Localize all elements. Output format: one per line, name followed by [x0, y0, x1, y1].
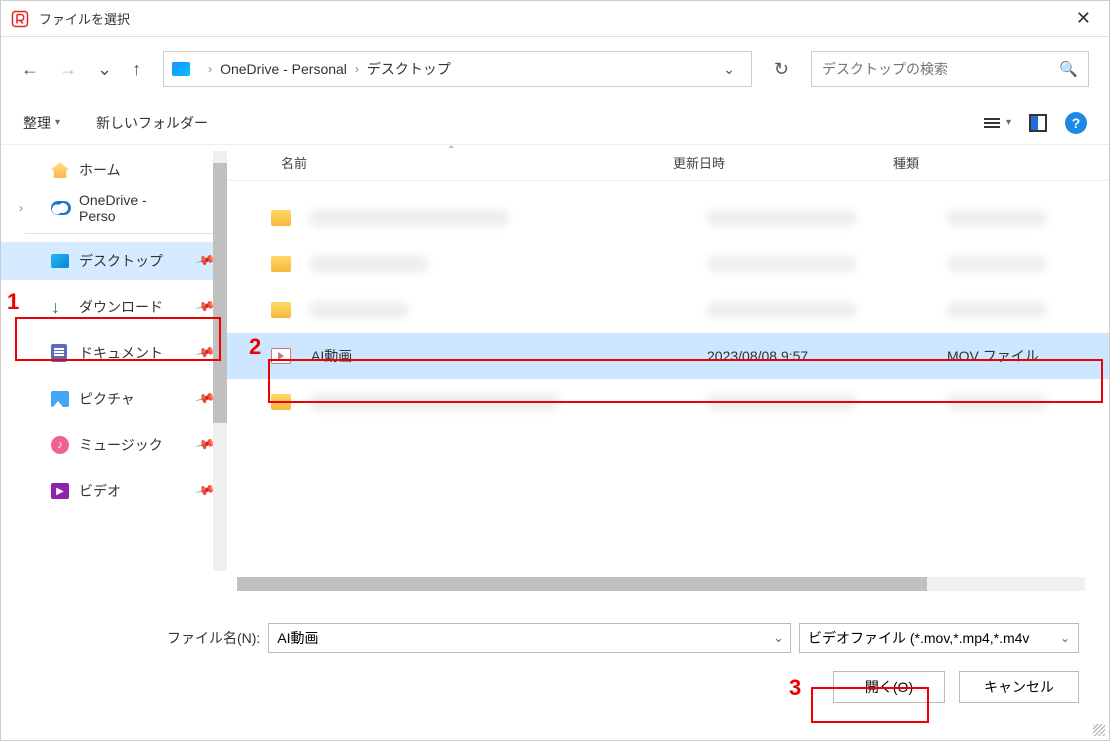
- folder-icon: [271, 210, 291, 226]
- folder-icon: [271, 394, 291, 410]
- toolbar: 整理▾ 新しいフォルダー ▾ ?: [1, 101, 1109, 145]
- scrollbar-thumb[interactable]: [237, 577, 927, 591]
- title-bar: ファイルを選択 ✕: [1, 1, 1109, 37]
- search-input[interactable]: [822, 61, 1059, 77]
- new-folder-button[interactable]: 新しいフォルダー: [96, 113, 208, 133]
- list-icon: [984, 118, 1000, 128]
- file-date: 2023/08/08 9:57: [707, 348, 808, 364]
- column-header-type[interactable]: 種類: [893, 153, 919, 172]
- folder-icon: [271, 302, 291, 318]
- blurred-text: [947, 256, 1047, 272]
- blurred-text: [947, 394, 1047, 410]
- video-icon: ▶: [51, 483, 69, 499]
- sidebar-desktop[interactable]: デスクトップ 📌: [1, 242, 227, 280]
- breadcrumb-sep-icon: ›: [355, 62, 359, 76]
- window-title: ファイルを選択: [39, 9, 1068, 28]
- filename-label: ファイル名(N):: [167, 628, 260, 648]
- folder-icon: [271, 256, 291, 272]
- blurred-text: [309, 393, 559, 411]
- file-type: MOV ファイル: [947, 346, 1039, 366]
- sidebar-separator: [25, 233, 213, 234]
- blurred-text: [947, 302, 1047, 318]
- blurred-text: [707, 302, 857, 318]
- folder-icon: [172, 62, 190, 76]
- blurred-text: [309, 209, 509, 227]
- sort-indicator-icon[interactable]: ⌃: [447, 145, 455, 156]
- file-list-header: ⌃ 名前 更新日時 種類: [227, 145, 1109, 181]
- file-row-selected[interactable]: AI動画 2023/08/08 9:57 MOV ファイル: [227, 333, 1109, 379]
- horizontal-scrollbar[interactable]: [237, 577, 1085, 591]
- file-row[interactable]: [227, 287, 1109, 333]
- resize-grip-icon[interactable]: [1093, 724, 1105, 736]
- pictures-icon: [51, 391, 69, 407]
- recent-dropdown-icon[interactable]: ⌄: [97, 59, 112, 80]
- blurred-text: [707, 394, 857, 410]
- breadcrumb-desktop[interactable]: デスクトップ: [367, 59, 451, 79]
- dropdown-icon: ⌄: [1060, 631, 1070, 645]
- sidebar-music[interactable]: ♪ ミュージック 📌: [1, 426, 227, 464]
- search-icon[interactable]: 🔍: [1059, 60, 1078, 78]
- filename-dropdown-icon[interactable]: ⌄: [773, 630, 784, 646]
- sidebar-scrollbar[interactable]: [213, 151, 227, 571]
- blurred-text: [707, 210, 857, 226]
- back-icon[interactable]: ←: [21, 59, 39, 80]
- nav-row: ← → ⌄ ↑ › OneDrive - Personal › デスクトップ ⌄…: [1, 37, 1109, 101]
- sidebar-downloads[interactable]: ↓ ダウンロード 📌: [1, 288, 227, 326]
- filename-input-wrap[interactable]: ⌄: [268, 623, 791, 653]
- preview-pane-button[interactable]: [1029, 114, 1047, 132]
- open-button[interactable]: 開く(O): [833, 671, 945, 703]
- sidebar-onedrive[interactable]: › OneDrive - Perso: [1, 189, 227, 227]
- breadcrumb-onedrive[interactable]: OneDrive - Personal: [220, 61, 347, 77]
- file-row[interactable]: [227, 241, 1109, 287]
- document-icon: [51, 344, 67, 362]
- breadcrumb-dropdown-icon[interactable]: ⌄: [723, 61, 735, 78]
- home-icon: [51, 162, 69, 178]
- breadcrumb-sep-icon: ›: [208, 62, 212, 76]
- search-box[interactable]: 🔍: [811, 51, 1089, 87]
- cancel-button[interactable]: キャンセル: [959, 671, 1079, 703]
- video-file-icon: [271, 348, 291, 364]
- view-mode-button[interactable]: ▾: [984, 117, 1011, 128]
- sidebar-documents[interactable]: ドキュメント 📌: [1, 334, 227, 372]
- scrollbar-thumb[interactable]: [213, 163, 227, 423]
- music-icon: ♪: [51, 436, 69, 454]
- forward-icon[interactable]: →: [59, 59, 77, 80]
- file-name: AI動画: [311, 346, 352, 366]
- blurred-text: [309, 255, 429, 273]
- breadcrumb-bar[interactable]: › OneDrive - Personal › デスクトップ ⌄: [163, 51, 752, 87]
- dropdown-icon: ▾: [1006, 117, 1011, 128]
- file-row[interactable]: [227, 195, 1109, 241]
- close-icon[interactable]: ✕: [1068, 4, 1099, 33]
- download-icon: ↓: [51, 297, 60, 318]
- refresh-icon[interactable]: ↻: [766, 59, 797, 80]
- bottom-panel: ファイル名(N): ⌄ ビデオファイル (*.mov,*.mp4,*.m4v ⌄…: [1, 591, 1109, 735]
- desktop-icon: [51, 254, 69, 268]
- up-icon[interactable]: ↑: [132, 59, 141, 80]
- blurred-text: [309, 301, 409, 319]
- file-list-area: ⌃ 名前 更新日時 種類 AI動画 2023/08/08 9:57 MOV ファ…: [227, 145, 1109, 591]
- onedrive-icon: [51, 201, 71, 215]
- organize-menu[interactable]: 整理▾: [23, 113, 60, 133]
- sidebar-home[interactable]: ホーム: [1, 151, 227, 189]
- sidebar-videos[interactable]: ▶ ビデオ 📌: [1, 472, 227, 510]
- blurred-text: [947, 210, 1047, 226]
- blurred-text: [707, 256, 857, 272]
- column-header-date[interactable]: 更新日時: [673, 153, 893, 172]
- sidebar-pictures[interactable]: ピクチャ 📌: [1, 380, 227, 418]
- file-type-filter[interactable]: ビデオファイル (*.mov,*.mp4,*.m4v ⌄: [799, 623, 1079, 653]
- help-icon[interactable]: ?: [1065, 112, 1087, 134]
- filename-input[interactable]: [277, 624, 758, 652]
- app-icon: [11, 10, 29, 28]
- chevron-right-icon[interactable]: ›: [19, 201, 23, 215]
- sidebar: ホーム › OneDrive - Perso デスクトップ 📌 ↓ ダウンロード…: [1, 145, 227, 591]
- file-row[interactable]: [227, 379, 1109, 425]
- dropdown-icon: ▾: [55, 117, 60, 128]
